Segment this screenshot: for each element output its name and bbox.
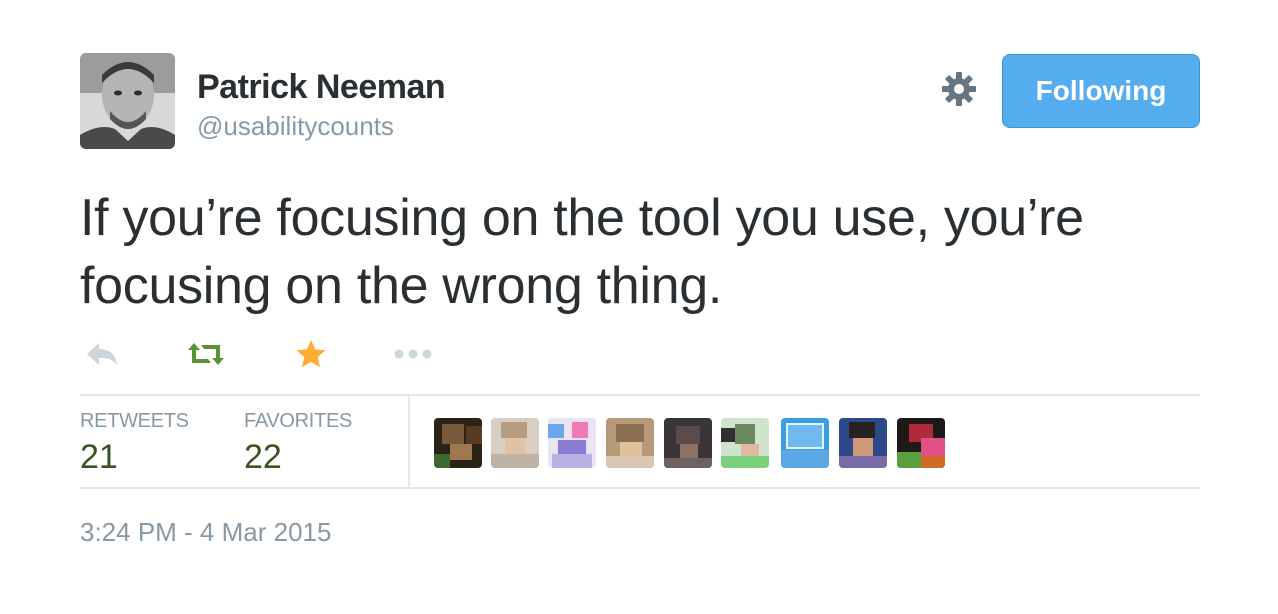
stats-divider bbox=[408, 396, 410, 488]
favoriter-avatar[interactable] bbox=[434, 418, 482, 468]
tweet-timestamp[interactable]: 3:24 PM - 4 Mar 2015 bbox=[80, 517, 331, 548]
star-icon[interactable] bbox=[291, 335, 331, 373]
gear-icon[interactable] bbox=[940, 70, 978, 108]
user-avatar[interactable] bbox=[80, 53, 175, 149]
tweet-text: If you’re focusing on the tool you use, … bbox=[80, 189, 1084, 315]
favoriter-avatar[interactable] bbox=[839, 418, 887, 468]
retweet-icon[interactable] bbox=[186, 335, 226, 373]
retweets-label: RETWEETS bbox=[80, 410, 189, 432]
divider-top bbox=[80, 394, 1200, 396]
more-dots-icon[interactable] bbox=[393, 335, 433, 373]
favoriter-avatar[interactable] bbox=[606, 418, 654, 468]
favoriter-avatar[interactable] bbox=[548, 418, 596, 468]
favorites-count: 22 bbox=[244, 438, 282, 476]
favoriter-avatar[interactable] bbox=[781, 418, 829, 468]
favoriter-avatar[interactable] bbox=[664, 418, 712, 468]
favoriter-avatar[interactable] bbox=[491, 418, 539, 468]
favorites-label: FAVORITES bbox=[244, 410, 353, 432]
reply-icon[interactable] bbox=[82, 335, 122, 373]
divider-bottom bbox=[80, 487, 1200, 489]
following-button[interactable]: Following bbox=[1002, 54, 1200, 128]
retweets-count: 21 bbox=[80, 438, 118, 476]
favoriter-avatar[interactable] bbox=[897, 418, 945, 468]
user-fullname[interactable]: Patrick Neeman bbox=[197, 68, 446, 107]
favoriter-avatar[interactable] bbox=[721, 418, 769, 468]
user-handle[interactable]: @usabilitycounts bbox=[197, 111, 394, 142]
tweet-card: Patrick Neeman @usabilitycounts Followin… bbox=[0, 0, 1278, 614]
